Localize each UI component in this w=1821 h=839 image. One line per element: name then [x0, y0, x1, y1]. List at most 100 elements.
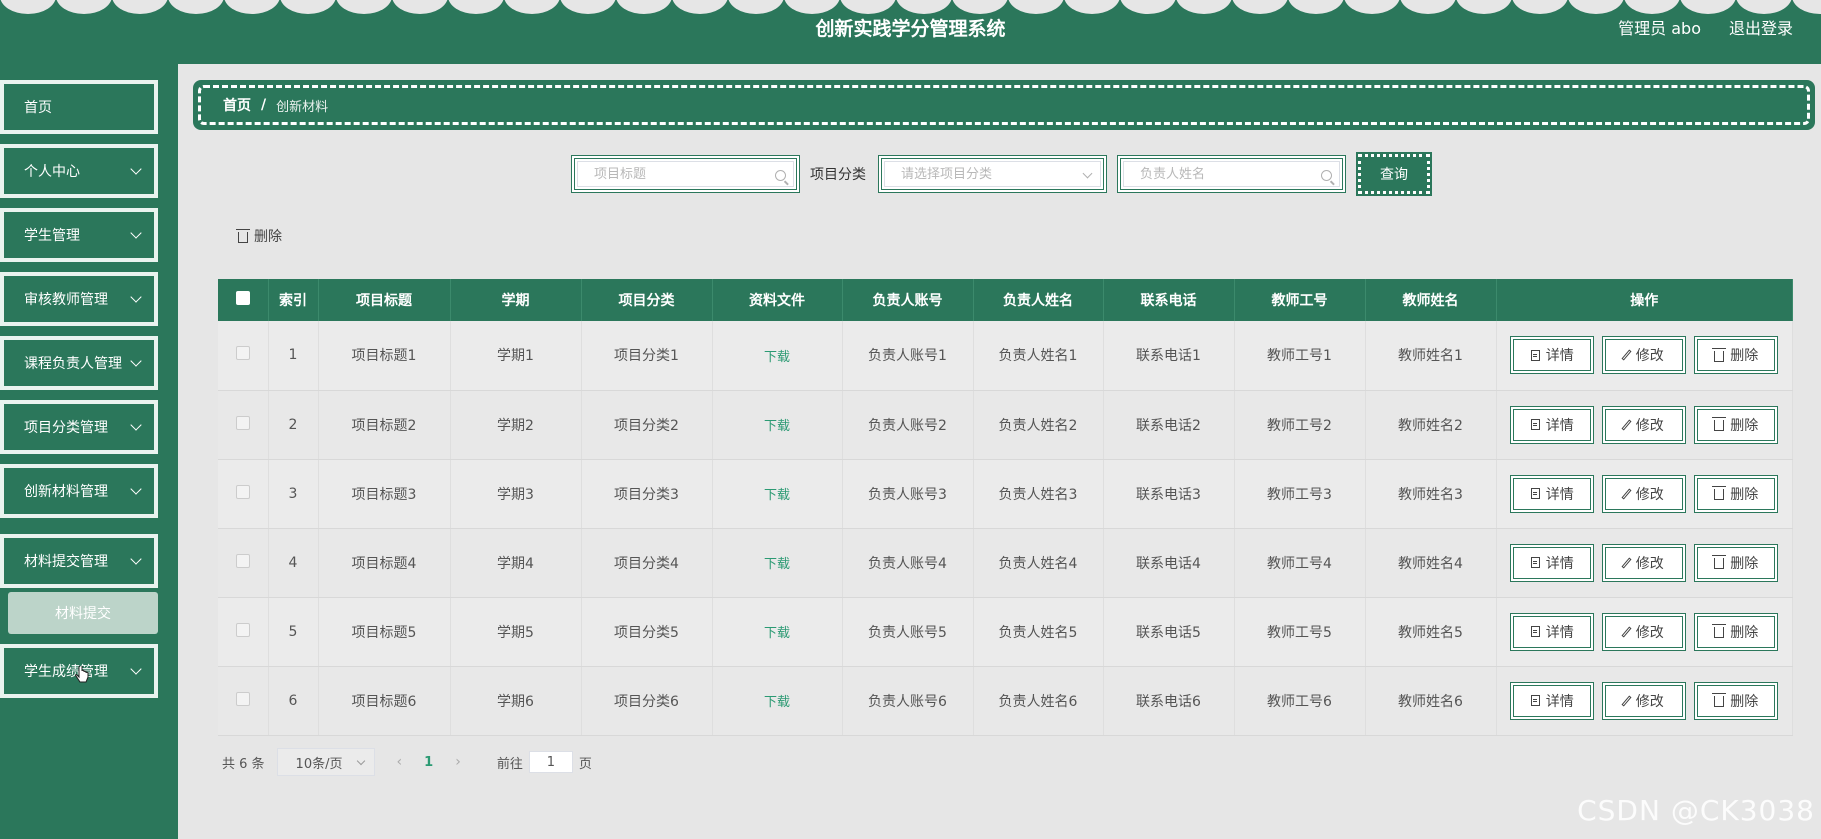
- scallop-shape: [168, 0, 224, 14]
- delete-label: 删除: [1730, 486, 1759, 503]
- table-cell-teacher-id: 教师工号3: [1234, 459, 1366, 529]
- edit-button[interactable]: 修改: [1602, 336, 1687, 375]
- scallop-shape: [1792, 0, 1821, 14]
- download-link[interactable]: 下载: [764, 626, 790, 641]
- sidebar-item-home[interactable]: 首页: [0, 80, 158, 134]
- detail-button[interactable]: 详情: [1510, 681, 1595, 720]
- row-checkbox[interactable]: [235, 622, 250, 637]
- sidebar-subitem-material-submit[interactable]: 材料提交: [8, 592, 158, 634]
- sidebar-item-project-categories[interactable]: 项目分类管理: [0, 400, 158, 454]
- row-checkbox[interactable]: [235, 346, 250, 361]
- page-size-select[interactable]: 10条/页: [276, 748, 375, 776]
- select-all-header: [218, 279, 269, 321]
- scallop-shape: [504, 0, 560, 14]
- table-cell-phone: 联系电话3: [1103, 459, 1235, 529]
- detail-button[interactable]: 详情: [1510, 612, 1595, 651]
- download-link[interactable]: 下载: [764, 488, 790, 503]
- table-cell-teacher-id: 教师工号1: [1234, 321, 1366, 391]
- sidebar-item-material-submissions[interactable]: 材料提交管理: [0, 534, 158, 588]
- delete-button[interactable]: 删除: [1694, 681, 1779, 720]
- table-cell-category: 项目分类1: [581, 321, 713, 391]
- detail-button[interactable]: 详情: [1510, 336, 1595, 375]
- query-button[interactable]: 查询: [1356, 152, 1432, 196]
- logout-button[interactable]: 退出登录: [1729, 15, 1793, 39]
- edit-button[interactable]: 修改: [1602, 543, 1687, 582]
- download-link[interactable]: 下载: [764, 557, 790, 572]
- detail-button[interactable]: 详情: [1510, 474, 1595, 513]
- sidebar-item-review-teachers[interactable]: 审核教师管理: [0, 272, 158, 326]
- row-checkbox[interactable]: [235, 415, 250, 430]
- scallop-shape: [1736, 0, 1792, 14]
- scallop-shape: [1512, 0, 1568, 14]
- scallop-shape: [56, 0, 112, 14]
- table-cell-teacher-name: 教师姓名1: [1365, 321, 1497, 391]
- sidebar-item-course-owners[interactable]: 课程负责人管理: [0, 336, 158, 390]
- owner-name-input[interactable]: [1123, 161, 1340, 187]
- row-select-cell: [218, 390, 269, 460]
- edit-pen-icon: [1621, 694, 1632, 707]
- batch-delete-button[interactable]: 删除: [236, 226, 282, 246]
- edit-button[interactable]: 修改: [1602, 681, 1687, 720]
- breadcrumb-home[interactable]: 首页: [223, 95, 251, 115]
- scallop-shape: [560, 0, 616, 14]
- table-row: 6 项目标题6 学期6 项目分类6 下载 负责人账号6 负责人姓名6 联系电话6 教师工号6 教师…: [218, 666, 1793, 736]
- detail-button[interactable]: 详情: [1510, 405, 1595, 444]
- edit-button[interactable]: 修改: [1602, 405, 1687, 444]
- table-cell-title: 项目标题1: [318, 321, 451, 391]
- sidebar-item-personal-center[interactable]: 个人中心: [0, 144, 158, 198]
- delete-button[interactable]: 删除: [1694, 543, 1779, 582]
- scallop-shape: [1680, 0, 1736, 14]
- table-header-row: 索引 项目标题 学期 项目分类 资料文件 负责人账号 负责人姓名 联系电话 教师…: [218, 279, 1793, 321]
- edit-pen-icon: [1621, 418, 1632, 431]
- scallop-shape: [616, 0, 672, 14]
- row-select-cell: [218, 528, 269, 598]
- delete-button[interactable]: 删除: [1694, 336, 1779, 375]
- delete-label: 删除: [1730, 693, 1759, 710]
- scallop-shape: [672, 0, 728, 14]
- table-cell-account: 负责人账号5: [842, 597, 974, 667]
- document-icon: [1530, 419, 1540, 430]
- row-checkbox[interactable]: [235, 691, 250, 706]
- edit-button[interactable]: 修改: [1602, 612, 1687, 651]
- table-cell-phone: 联系电话5: [1103, 597, 1235, 667]
- category-select[interactable]: [884, 161, 1101, 187]
- edit-pen-icon: [1621, 487, 1632, 500]
- select-all-checkbox[interactable]: [235, 291, 250, 305]
- table-cell-name: 负责人姓名1: [973, 321, 1104, 391]
- table-cell-index: 3: [268, 459, 319, 529]
- table-cell-file: 下载: [712, 666, 843, 736]
- search-icon: [1321, 170, 1332, 181]
- title-search-input[interactable]: [577, 161, 794, 187]
- table-cell-file: 下载: [712, 321, 843, 391]
- row-checkbox[interactable]: [235, 484, 250, 499]
- sidebar-item-students[interactable]: 学生管理: [0, 208, 158, 262]
- next-page-button[interactable]: ›: [455, 754, 461, 770]
- download-link[interactable]: 下载: [764, 419, 790, 434]
- pagination: 共 6 条 10条/页 ‹ 1 › 前往 页: [222, 748, 592, 776]
- delete-button[interactable]: 删除: [1694, 405, 1779, 444]
- scallop-shape: [392, 0, 448, 14]
- table-row: 5 项目标题5 学期5 项目分类5 下载 负责人账号5 负责人姓名5 联系电话5 教师工号5 教师…: [218, 597, 1793, 667]
- prev-page-button[interactable]: ‹: [397, 754, 403, 770]
- download-link[interactable]: 下载: [764, 695, 790, 710]
- top-header: 创新实践学分管理系统 管理员 abo 退出登录: [0, 0, 1821, 64]
- scallop-shape: [1064, 0, 1120, 14]
- download-link[interactable]: 下载: [764, 350, 790, 365]
- page-number-current[interactable]: 1: [424, 755, 433, 770]
- table-cell-term: 学期5: [450, 597, 582, 667]
- detail-button[interactable]: 详情: [1510, 543, 1595, 582]
- trash-icon: [1712, 693, 1727, 707]
- delete-button[interactable]: 删除: [1694, 474, 1779, 513]
- detail-label: 详情: [1545, 348, 1574, 365]
- row-checkbox[interactable]: [235, 553, 250, 568]
- chevron-down-icon: [130, 355, 142, 367]
- delete-button[interactable]: 删除: [1694, 612, 1779, 651]
- edit-label: 修改: [1635, 624, 1664, 641]
- table-cell-teacher-name: 教师姓名2: [1365, 390, 1497, 460]
- scallop-shape: [1120, 0, 1176, 14]
- sidebar-item-innovation-materials[interactable]: 创新材料管理: [0, 464, 158, 518]
- sidebar-item-label: 审核教师管理: [24, 292, 108, 308]
- edit-button[interactable]: 修改: [1602, 474, 1687, 513]
- goto-suffix: 页: [578, 756, 592, 772]
- goto-page-input[interactable]: [528, 751, 573, 773]
